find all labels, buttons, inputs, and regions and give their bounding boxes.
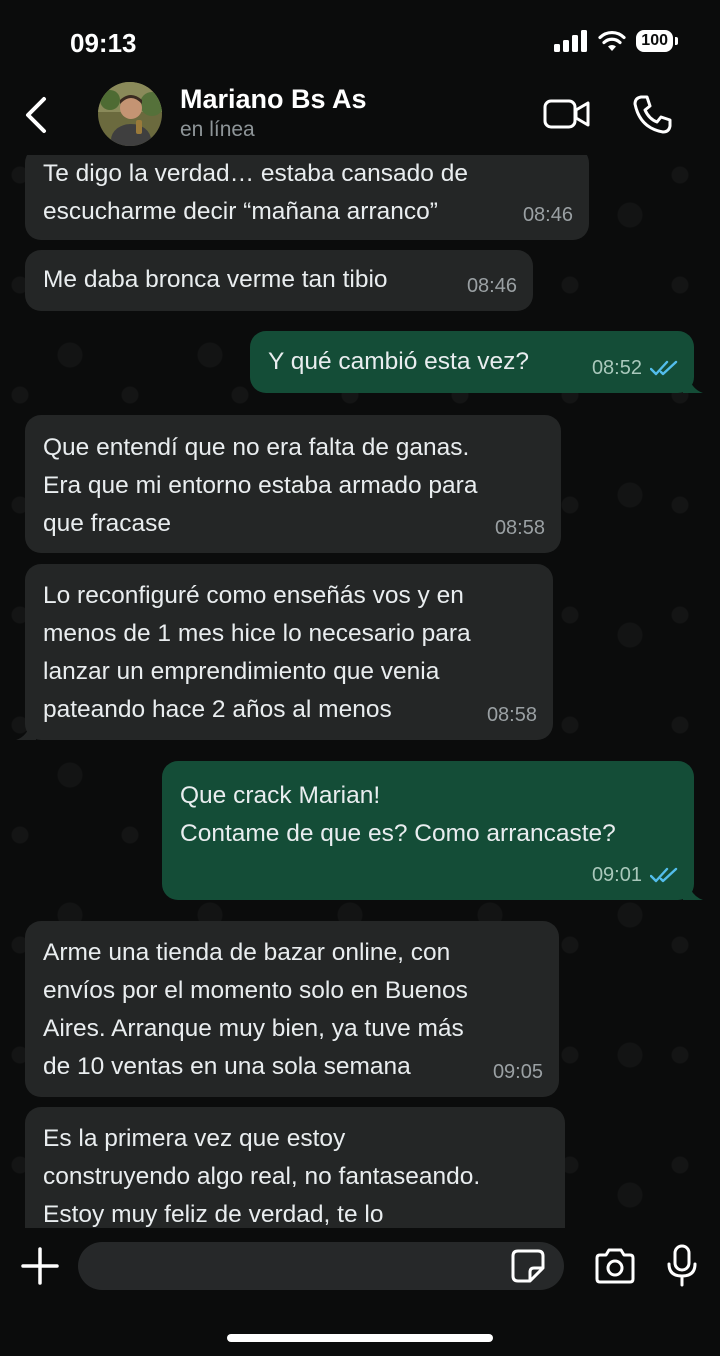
bubble-tail [683, 373, 703, 393]
message-text: Me daba bronca verme tan tibio [43, 266, 388, 293]
chat-area[interactable]: Te digo la verdad… estaba cansado de esc… [0, 155, 720, 1228]
plus-icon[interactable] [20, 1246, 60, 1286]
wifi-icon [598, 30, 626, 51]
avatar[interactable] [98, 82, 162, 146]
message-outgoing[interactable]: Que crack Marian! Contame de que es? Com… [162, 761, 703, 900]
message-time: 08:58 [486, 704, 537, 726]
message-time: 08:46 [522, 204, 573, 226]
message-text: Arme una tienda de bazar online, con env… [43, 939, 468, 1080]
message-meta: 09:05 [493, 1053, 543, 1091]
message-text: Que entendí que no era falta de ganas. E… [43, 434, 478, 537]
message-text: Que crack Marian! Contame de que es? Com… [180, 782, 616, 847]
back-icon[interactable] [20, 95, 56, 135]
voice-call-icon[interactable] [632, 94, 672, 134]
message-incoming[interactable]: Arme una tienda de bazar online, con env… [25, 921, 559, 1097]
mic-icon[interactable] [666, 1244, 698, 1288]
read-ticks-icon [650, 867, 678, 883]
video-call-icon[interactable] [543, 97, 591, 131]
message-incoming[interactable]: Lo reconfiguré como enseñás vos y en men… [16, 564, 553, 740]
battery-indicator: 100 [636, 30, 673, 52]
message-meta: 08:58 [495, 509, 545, 547]
message-time: 08:52 [591, 357, 642, 379]
message-meta: 08:46 [523, 196, 573, 234]
message-meta: 09:01 [592, 856, 678, 894]
message-incoming[interactable]: Que entendí que no era falta de ganas. E… [25, 415, 561, 553]
bubble-tail [16, 720, 36, 740]
message-time: 08:58 [494, 517, 545, 539]
bubble-tail [683, 880, 703, 900]
message-incoming[interactable]: Me daba bronca verme tan tibio 08:46 [25, 250, 533, 311]
signal-icon [554, 30, 588, 52]
camera-icon[interactable] [593, 1248, 637, 1284]
message-text: Te digo la verdad… estaba cansado de esc… [43, 160, 468, 225]
message-input[interactable] [78, 1242, 564, 1290]
read-ticks-icon [650, 360, 678, 376]
message-text: Es la primera vez que estoy construyendo… [43, 1125, 481, 1228]
message-text: Lo reconfiguré como enseñás vos y en men… [43, 582, 471, 723]
message-incoming[interactable]: Te digo la verdad… estaba cansado de esc… [25, 155, 589, 240]
status-time: 09:13 [70, 28, 137, 58]
message-outgoing[interactable]: Y qué cambió esta vez? 08:52 [250, 331, 703, 393]
battery-nub [675, 37, 678, 45]
contact-name[interactable]: Mariano Bs As [180, 84, 367, 115]
message-time: 08:46 [466, 275, 517, 297]
message-time: 09:01 [591, 864, 642, 886]
message-meta: 08:46 [467, 267, 517, 305]
top-bar: 09:13 100 Mariano Bs As en línea [0, 0, 720, 155]
message-meta: 08:58 [487, 696, 537, 734]
home-indicator[interactable] [227, 1334, 493, 1342]
status-icons: 100 [554, 30, 678, 52]
sticker-icon[interactable] [510, 1248, 546, 1284]
message-incoming[interactable]: Es la primera vez que estoy construyendo… [25, 1107, 565, 1228]
message-time: 09:05 [492, 1061, 543, 1083]
message-meta: 08:52 [592, 349, 678, 387]
contact-status: en línea [180, 118, 255, 141]
